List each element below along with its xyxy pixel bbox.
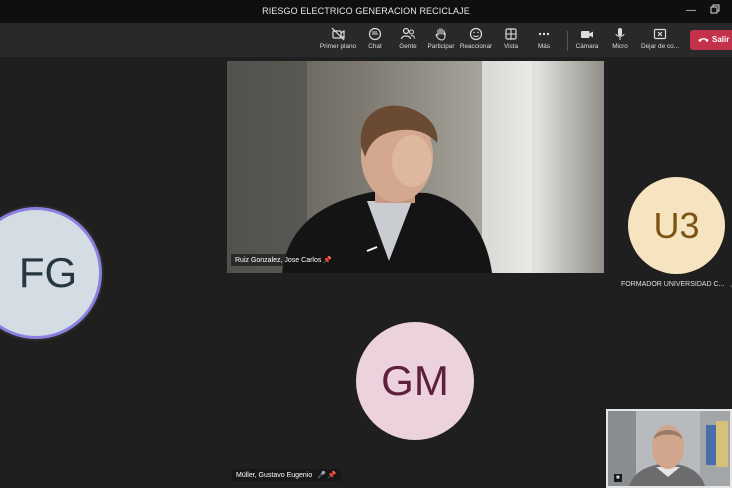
self-view-badge: ■ [614, 474, 622, 482]
react-button[interactable]: Reaccionar [456, 27, 496, 50]
participant-video[interactable]: Ruiz Gonzalez, Jose Carlos 📌 [227, 61, 604, 273]
participant-video-feed [227, 61, 604, 273]
hang-up-icon [698, 38, 709, 42]
stop-sharing-label: Dejar de co... [640, 43, 679, 50]
more-button[interactable]: Más [524, 27, 564, 50]
leave-button[interactable]: Salir [690, 30, 732, 50]
spotlight-icon [331, 27, 345, 41]
chat-icon [368, 27, 382, 41]
gm-name: Müller, Gustavo Eugenio [236, 472, 313, 479]
spotlight-button[interactable]: Primer plano [318, 27, 358, 50]
self-view-video[interactable]: ■ [606, 409, 732, 488]
avatar-fg-initials: FG [18, 249, 78, 296]
smile-icon [469, 27, 483, 41]
mic-off-icon: 🎤 [317, 472, 326, 479]
self-view-feed [608, 411, 730, 486]
people-icon [400, 27, 415, 40]
leave-label: Salir [712, 35, 730, 44]
meeting-title: RIESGO ELECTRICO GENERACION RECICLAJE [262, 6, 470, 16]
participant-name: Ruiz Gonzalez, Jose Carlos [235, 257, 322, 264]
mic-button[interactable]: Micro [600, 27, 640, 50]
hand-icon [435, 27, 446, 41]
stop-share-icon [653, 28, 667, 40]
spotlight-label: Primer plano [319, 43, 357, 50]
more-label: Más [537, 43, 551, 50]
grid-icon [505, 28, 517, 40]
camera-icon [581, 31, 593, 38]
raise-hand-button[interactable]: Participar [421, 27, 461, 50]
avatar-u3-initials: U3 [653, 204, 700, 246]
more-icon [538, 32, 550, 36]
react-label: Reaccionar [459, 43, 493, 50]
title-bar: RIESGO ELECTRICO GENERACION RECICLAJE — [0, 0, 732, 23]
meeting-toolbar: Primer plano Chat Gente Participar Reacc… [0, 23, 732, 57]
u3-name-tag: FORMADOR UNIVERSIDAD C... 🎤 [621, 280, 732, 288]
u3-name: FORMADOR UNIVERSIDAD C... [621, 281, 725, 288]
stop-sharing-button[interactable]: Dejar de co... [638, 27, 682, 50]
raise-hand-label: Participar [427, 43, 455, 50]
participant-name-tag: Ruiz Gonzalez, Jose Carlos 📌 [231, 254, 337, 266]
avatar-u3[interactable]: U3 [628, 177, 725, 274]
mic-label: Micro [612, 43, 628, 50]
pin-icon: 📌 [323, 257, 333, 264]
pin-icon: 📌 [327, 472, 337, 479]
minimize-icon[interactable]: — [684, 4, 698, 18]
gm-name-tag: Müller, Gustavo Eugenio 🎤 📌 [232, 469, 341, 481]
microphone-icon [615, 28, 625, 40]
avatar-gm-initials: GM [381, 357, 449, 404]
avatar-gm[interactable]: GM [356, 322, 474, 440]
restore-icon[interactable] [708, 4, 722, 18]
